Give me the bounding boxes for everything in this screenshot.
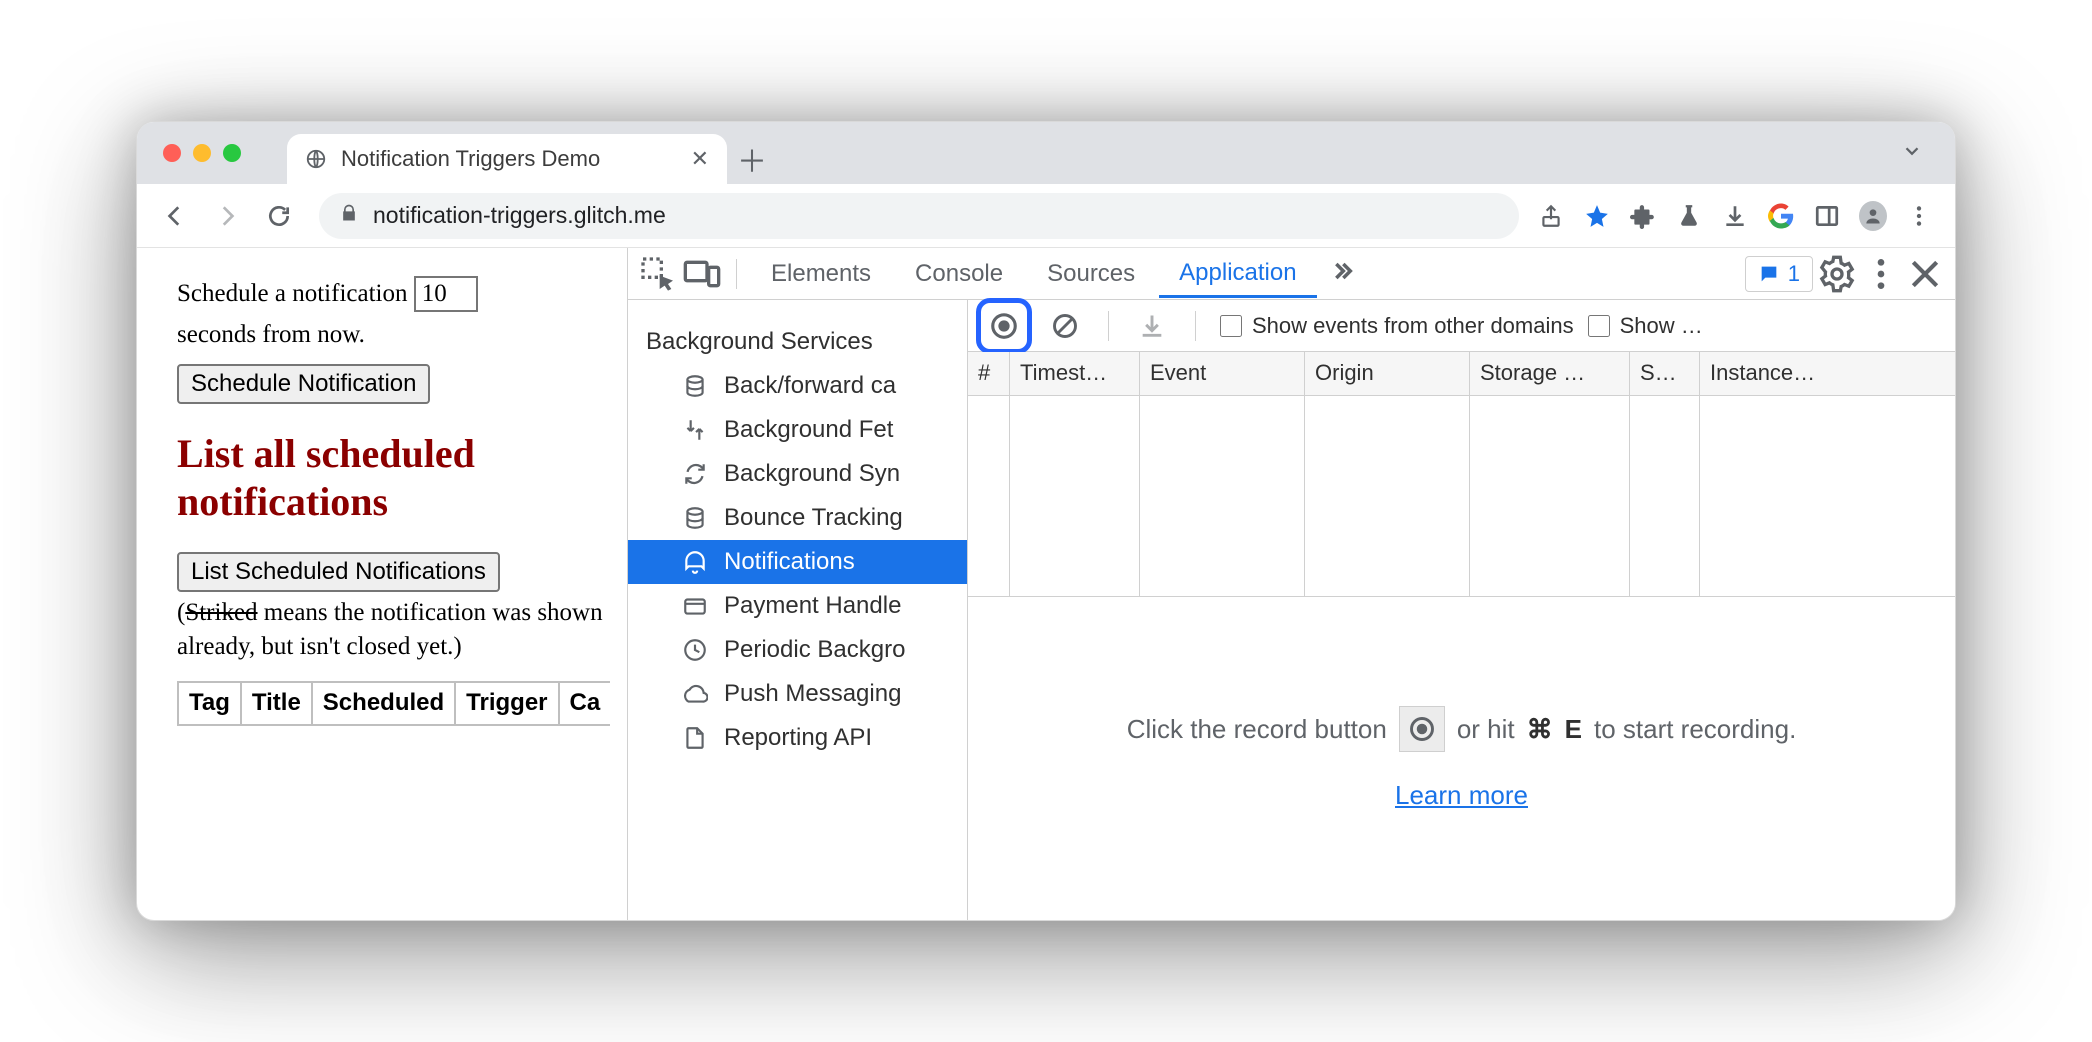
address-bar[interactable]: notification-triggers.glitch.me xyxy=(319,193,1519,239)
col-timestamp[interactable]: Timest… xyxy=(1010,352,1140,395)
tab-console[interactable]: Console xyxy=(895,250,1023,298)
inspect-element-icon[interactable] xyxy=(638,254,678,294)
note-text: (Striked means the notification was show… xyxy=(177,596,627,664)
url-text: notification-triggers.glitch.me xyxy=(373,202,666,229)
tab-title: Notification Triggers Demo xyxy=(341,146,600,172)
new-tab-button[interactable]: ＋ xyxy=(727,134,777,184)
sidebar-item-bgsync[interactable]: Background Syn xyxy=(628,452,967,496)
extensions-icon[interactable] xyxy=(1629,202,1657,230)
sidebar-item-bgfetch[interactable]: Background Fet xyxy=(628,408,967,452)
empty-text-post: to start recording. xyxy=(1594,714,1796,745)
nav-forward-button[interactable] xyxy=(205,194,249,238)
globe-icon xyxy=(305,148,327,170)
schedule-notification-button[interactable]: Schedule Notification xyxy=(177,364,430,404)
content-area: Schedule a notification seconds from now… xyxy=(137,248,1955,920)
col-event[interactable]: Event xyxy=(1140,352,1305,395)
sidebar-item-push[interactable]: Push Messaging xyxy=(628,672,967,716)
tab-sources[interactable]: Sources xyxy=(1027,250,1155,298)
nav-reload-button[interactable] xyxy=(257,194,301,238)
sidebar-item-notifications[interactable]: Notifications xyxy=(628,540,967,584)
col-storage[interactable]: Storage … xyxy=(1470,352,1630,395)
empty-state: Click the record button or hit ⌘ E to st… xyxy=(968,596,1955,920)
sidebar-item-payment[interactable]: Payment Handle xyxy=(628,584,967,628)
settings-gear-icon[interactable] xyxy=(1817,254,1857,294)
page-content: Schedule a notification seconds from now… xyxy=(137,248,627,920)
sidebar-item-reporting[interactable]: Reporting API xyxy=(628,716,967,760)
device-toggle-icon[interactable] xyxy=(682,254,722,294)
devtools-panel: Elements Console Sources Application 1 xyxy=(627,248,1955,920)
devtools-close-icon[interactable] xyxy=(1905,254,1945,294)
record-icon xyxy=(1399,706,1445,752)
empty-text-mid: or hit xyxy=(1457,714,1515,745)
th-scheduled: Scheduled xyxy=(312,682,455,724)
issues-count: 1 xyxy=(1788,261,1800,287)
table-header-row: Tag Title Scheduled Trigger Ca xyxy=(178,682,610,724)
sidebar-group-title: Background Services xyxy=(628,320,967,364)
shortcut-cmd: ⌘ xyxy=(1527,714,1553,745)
tab-strip: Notification Triggers Demo ✕ ＋ xyxy=(137,122,1955,184)
kebab-menu-icon[interactable] xyxy=(1905,202,1933,230)
schedule-label-pre: Schedule a notification xyxy=(177,280,407,307)
tab-close-icon[interactable]: ✕ xyxy=(691,146,709,172)
share-icon[interactable] xyxy=(1537,202,1565,230)
notifications-toolbar: Show events from other domains Show … xyxy=(968,300,1955,352)
notifications-table: Tag Title Scheduled Trigger Ca xyxy=(177,681,610,725)
th-title: Title xyxy=(241,682,312,724)
tabs-overflow-icon[interactable] xyxy=(1901,140,1923,167)
browser-tab[interactable]: Notification Triggers Demo ✕ xyxy=(287,134,727,184)
sidebar-item-bounce[interactable]: Bounce Tracking xyxy=(628,496,967,540)
devtools-tabbar: Elements Console Sources Application 1 xyxy=(628,248,1955,300)
clear-button[interactable] xyxy=(1046,307,1084,345)
th-trigger: Trigger xyxy=(455,682,558,724)
window-minimize[interactable] xyxy=(193,144,211,162)
events-grid-body xyxy=(968,396,1955,596)
tabs-more-icon[interactable] xyxy=(1321,257,1361,291)
show-truncated-checkbox[interactable]: Show … xyxy=(1588,313,1703,339)
page-heading: List all scheduled notifications xyxy=(177,430,627,526)
seconds-input[interactable] xyxy=(414,276,478,312)
th-tag: Tag xyxy=(178,682,241,724)
record-highlight xyxy=(976,298,1032,354)
sidepanel-icon[interactable] xyxy=(1813,202,1841,230)
application-sidebar: Background Services Back/forward ca Back… xyxy=(628,300,968,920)
google-apps-icon[interactable] xyxy=(1767,202,1795,230)
notifications-panel: Show events from other domains Show … # … xyxy=(968,300,1955,920)
window-controls xyxy=(163,144,241,162)
learn-more-link[interactable]: Learn more xyxy=(1395,780,1528,811)
profile-avatar[interactable] xyxy=(1859,202,1887,230)
devtools-kebab-icon[interactable] xyxy=(1861,254,1901,294)
th-cancel: Ca xyxy=(559,682,611,724)
shortcut-key: E xyxy=(1565,714,1582,745)
sidebar-item-periodic[interactable]: Periodic Backgro xyxy=(628,628,967,672)
browser-toolbar: notification-triggers.glitch.me xyxy=(137,184,1955,248)
toolbar-actions xyxy=(1537,202,1939,230)
record-button[interactable] xyxy=(985,307,1023,345)
browser-window: Notification Triggers Demo ✕ ＋ notificat… xyxy=(136,121,1956,921)
window-close[interactable] xyxy=(163,144,181,162)
col-s[interactable]: S… xyxy=(1630,352,1700,395)
col-origin[interactable]: Origin xyxy=(1305,352,1470,395)
show-other-domains-checkbox[interactable]: Show events from other domains xyxy=(1220,313,1574,339)
events-grid-header: # Timest… Event Origin Storage … S… Inst… xyxy=(968,352,1955,396)
schedule-label-post: seconds from now. xyxy=(177,318,627,352)
window-zoom[interactable] xyxy=(223,144,241,162)
lock-icon xyxy=(339,202,359,229)
nav-back-button[interactable] xyxy=(153,194,197,238)
issues-badge[interactable]: 1 xyxy=(1745,256,1813,292)
labs-flask-icon[interactable] xyxy=(1675,202,1703,230)
list-scheduled-button[interactable]: List Scheduled Notifications xyxy=(177,552,500,592)
sidebar-item-bfcache[interactable]: Back/forward ca xyxy=(628,364,967,408)
tab-elements[interactable]: Elements xyxy=(751,250,891,298)
save-download-button[interactable] xyxy=(1133,307,1171,345)
empty-text-pre: Click the record button xyxy=(1127,714,1387,745)
bookmark-star-icon[interactable] xyxy=(1583,202,1611,230)
tab-application[interactable]: Application xyxy=(1159,249,1316,298)
downloads-icon[interactable] xyxy=(1721,202,1749,230)
col-index[interactable]: # xyxy=(968,352,1010,395)
col-instance[interactable]: Instance… xyxy=(1700,352,1955,395)
